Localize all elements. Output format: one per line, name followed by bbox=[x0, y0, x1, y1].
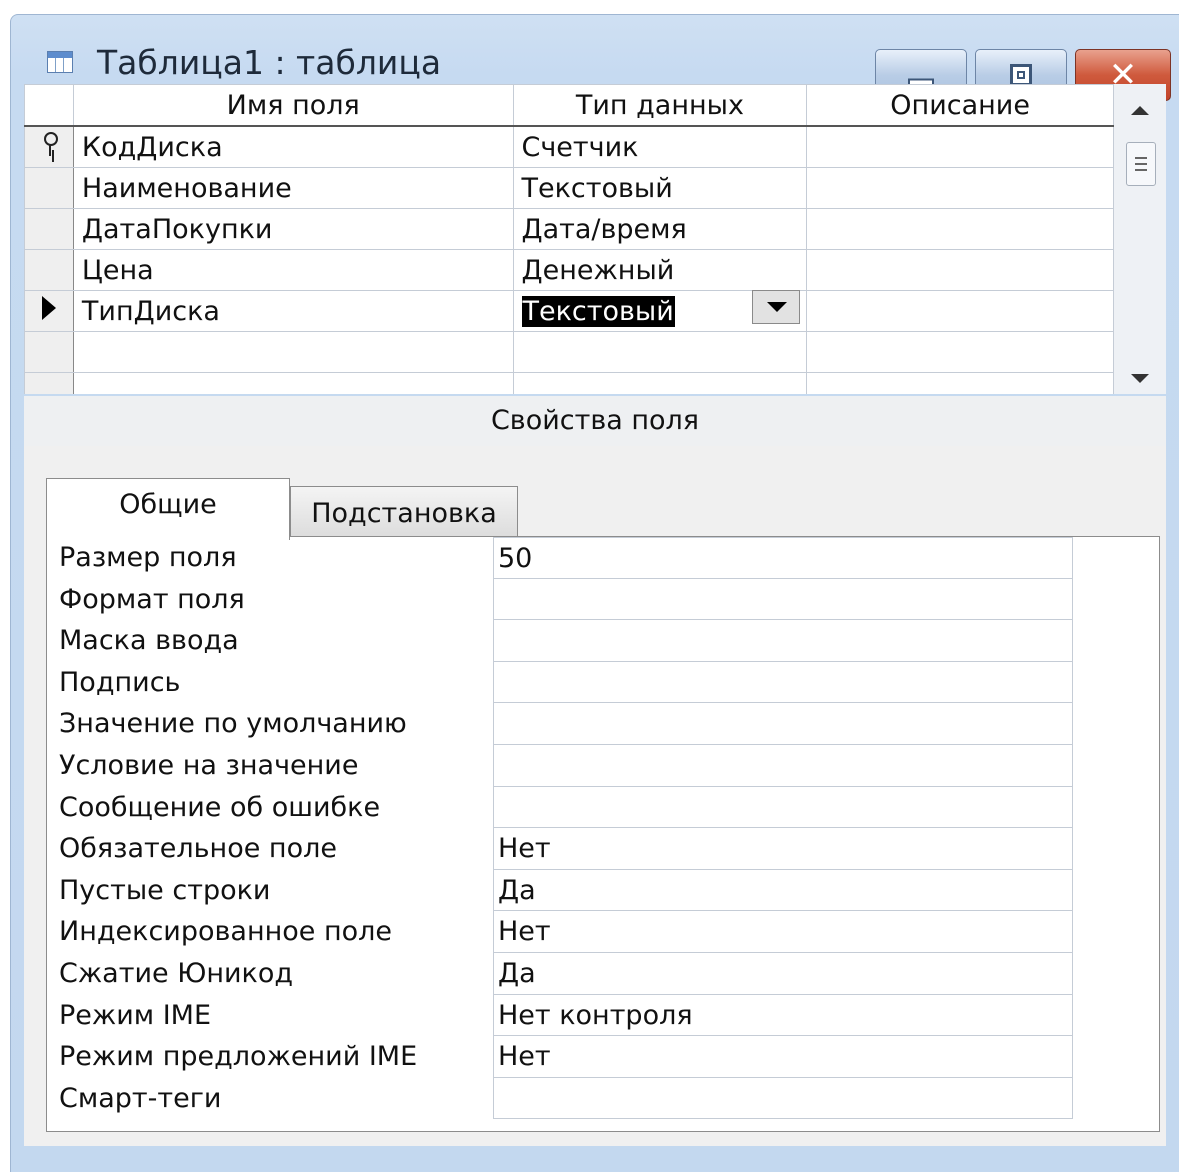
data-type-cell[interactable]: Денежный bbox=[512, 249, 808, 291]
property-row: Значение по умолчанию bbox=[47, 703, 1159, 745]
property-row: Сообщение об ошибке bbox=[47, 786, 1159, 829]
grid-vertical-scrollbar[interactable] bbox=[1114, 84, 1166, 394]
data-type-cell[interactable] bbox=[512, 372, 808, 394]
property-row: Маска ввода bbox=[47, 620, 1159, 662]
property-value[interactable]: Да bbox=[493, 869, 1073, 912]
property-value[interactable]: Да bbox=[493, 953, 1073, 995]
table-row: Цена Денежный bbox=[24, 249, 1114, 291]
row-selector[interactable] bbox=[24, 208, 74, 250]
property-label: Значение по умолчанию bbox=[59, 708, 407, 740]
table-row: ДатаПокупки Дата/время bbox=[24, 208, 1114, 250]
window-title: Таблица1 : таблица bbox=[97, 43, 442, 82]
field-name-cell[interactable]: ТипДиска bbox=[72, 290, 514, 332]
scroll-thumb[interactable] bbox=[1126, 142, 1156, 186]
description-cell[interactable] bbox=[806, 290, 1114, 332]
property-value[interactable]: Нет bbox=[493, 1036, 1073, 1078]
property-label: Смарт-теги bbox=[59, 1082, 222, 1114]
field-name-cell[interactable]: Наименование bbox=[72, 167, 514, 209]
property-value[interactable] bbox=[493, 661, 1073, 704]
description-cell[interactable] bbox=[806, 167, 1114, 209]
table-row-partial bbox=[24, 372, 1114, 394]
property-label: Сжатие Юникод bbox=[59, 958, 294, 989]
field-name-cell[interactable]: ДатаПокупки bbox=[72, 208, 514, 250]
description-cell[interactable] bbox=[806, 249, 1114, 291]
property-label: Формат поля bbox=[59, 583, 245, 615]
description-cell[interactable] bbox=[806, 125, 1114, 168]
property-value[interactable]: 50 bbox=[493, 537, 1073, 579]
property-label: Обязательное поле bbox=[59, 833, 337, 865]
grid-header-row: Имя поля Тип данных Описание bbox=[24, 84, 1114, 127]
property-row: Условие на значение bbox=[47, 745, 1159, 787]
tab-general[interactable]: Общие bbox=[46, 478, 290, 540]
property-row: Сжатие Юникод Да bbox=[47, 953, 1159, 995]
description-cell[interactable] bbox=[806, 331, 1114, 373]
property-value[interactable] bbox=[493, 703, 1073, 745]
property-value[interactable] bbox=[493, 578, 1073, 621]
property-value[interactable] bbox=[493, 620, 1073, 662]
property-label: Маска ввода bbox=[59, 625, 239, 657]
row-selector[interactable] bbox=[24, 167, 74, 209]
property-label: Пустые строки bbox=[59, 874, 271, 906]
data-type-cell[interactable]: Счетчик bbox=[512, 125, 808, 168]
table-row-current: ТипДиска Текстовый bbox=[24, 290, 1114, 332]
row-selector[interactable] bbox=[24, 125, 74, 168]
property-value[interactable] bbox=[493, 786, 1073, 829]
property-label: Размер поля bbox=[59, 542, 237, 573]
property-row: Размер поля 50 bbox=[47, 537, 1159, 579]
property-label: Режим IME bbox=[59, 999, 212, 1031]
property-row: Пустые строки Да bbox=[47, 869, 1159, 912]
property-value[interactable]: Нет контроля bbox=[493, 994, 1073, 1037]
scroll-up-icon[interactable] bbox=[1131, 106, 1149, 115]
field-name-cell[interactable] bbox=[72, 331, 514, 373]
table-row: КодДиска Счетчик bbox=[24, 125, 1114, 168]
property-row: Формат поля bbox=[47, 578, 1159, 621]
table-row: Наименование Текстовый bbox=[24, 167, 1114, 209]
data-type-selected-text: Текстовый bbox=[521, 295, 675, 327]
current-row-pointer-icon bbox=[41, 295, 56, 320]
field-properties-caption: Свойства поля bbox=[24, 396, 1166, 447]
property-value[interactable]: Нет bbox=[493, 828, 1073, 870]
property-row: Смарт-теги bbox=[47, 1077, 1159, 1120]
property-label: Подпись bbox=[59, 666, 181, 698]
property-row: Режим предложений IME Нет bbox=[47, 1036, 1159, 1078]
description-cell[interactable] bbox=[806, 208, 1114, 250]
row-selector-header bbox=[24, 84, 74, 127]
property-value[interactable] bbox=[493, 745, 1073, 787]
column-header-data-type[interactable]: Тип данных bbox=[512, 84, 808, 127]
description-cell[interactable] bbox=[806, 372, 1114, 394]
field-name-cell[interactable]: Цена bbox=[72, 249, 514, 291]
property-label: Сообщение об ошибке bbox=[59, 791, 381, 823]
row-selector[interactable] bbox=[24, 290, 74, 332]
general-properties-sheet: Размер поля 50 Формат поля Маска ввода П… bbox=[46, 536, 1160, 1132]
restore-icon bbox=[1010, 64, 1032, 86]
property-label: Индексированное поле bbox=[59, 916, 393, 948]
key-icon bbox=[42, 131, 58, 156]
row-selector[interactable] bbox=[24, 249, 74, 291]
column-header-description[interactable]: Описание bbox=[806, 84, 1114, 127]
property-value[interactable] bbox=[493, 1077, 1073, 1120]
data-type-dropdown-button[interactable] bbox=[752, 290, 800, 324]
data-type-cell[interactable]: Текстовый bbox=[512, 167, 808, 209]
column-header-field-name[interactable]: Имя поля bbox=[72, 84, 514, 127]
data-type-cell[interactable]: Дата/время bbox=[512, 208, 808, 250]
row-selector[interactable] bbox=[24, 372, 74, 394]
field-name-cell[interactable]: КодДиска bbox=[72, 125, 514, 168]
table-row-new bbox=[24, 331, 1114, 373]
property-row: Режим IME Нет контроля bbox=[47, 994, 1159, 1037]
data-type-cell[interactable] bbox=[512, 331, 808, 373]
title-bar[interactable]: Таблица1 : таблица ✕ bbox=[11, 15, 1179, 101]
table-icon bbox=[47, 51, 73, 73]
field-properties-panel: Общие Подстановка Размер поля 50 Формат … bbox=[24, 446, 1166, 1146]
property-label: Режим предложений IME bbox=[59, 1041, 418, 1073]
field-design-grid: Имя поля Тип данных Описание КодДиска Сч… bbox=[24, 84, 1114, 394]
property-label: Условие на значение bbox=[59, 750, 359, 781]
property-row: Индексированное поле Нет bbox=[47, 911, 1159, 953]
property-row: Обязательное поле Нет bbox=[47, 828, 1159, 870]
property-value[interactable]: Нет bbox=[493, 911, 1073, 953]
field-name-cell[interactable] bbox=[72, 372, 514, 394]
tab-lookup[interactable]: Подстановка bbox=[290, 486, 518, 538]
property-row: Подпись bbox=[47, 661, 1159, 704]
row-selector[interactable] bbox=[24, 331, 74, 373]
scroll-down-icon[interactable] bbox=[1131, 374, 1149, 383]
